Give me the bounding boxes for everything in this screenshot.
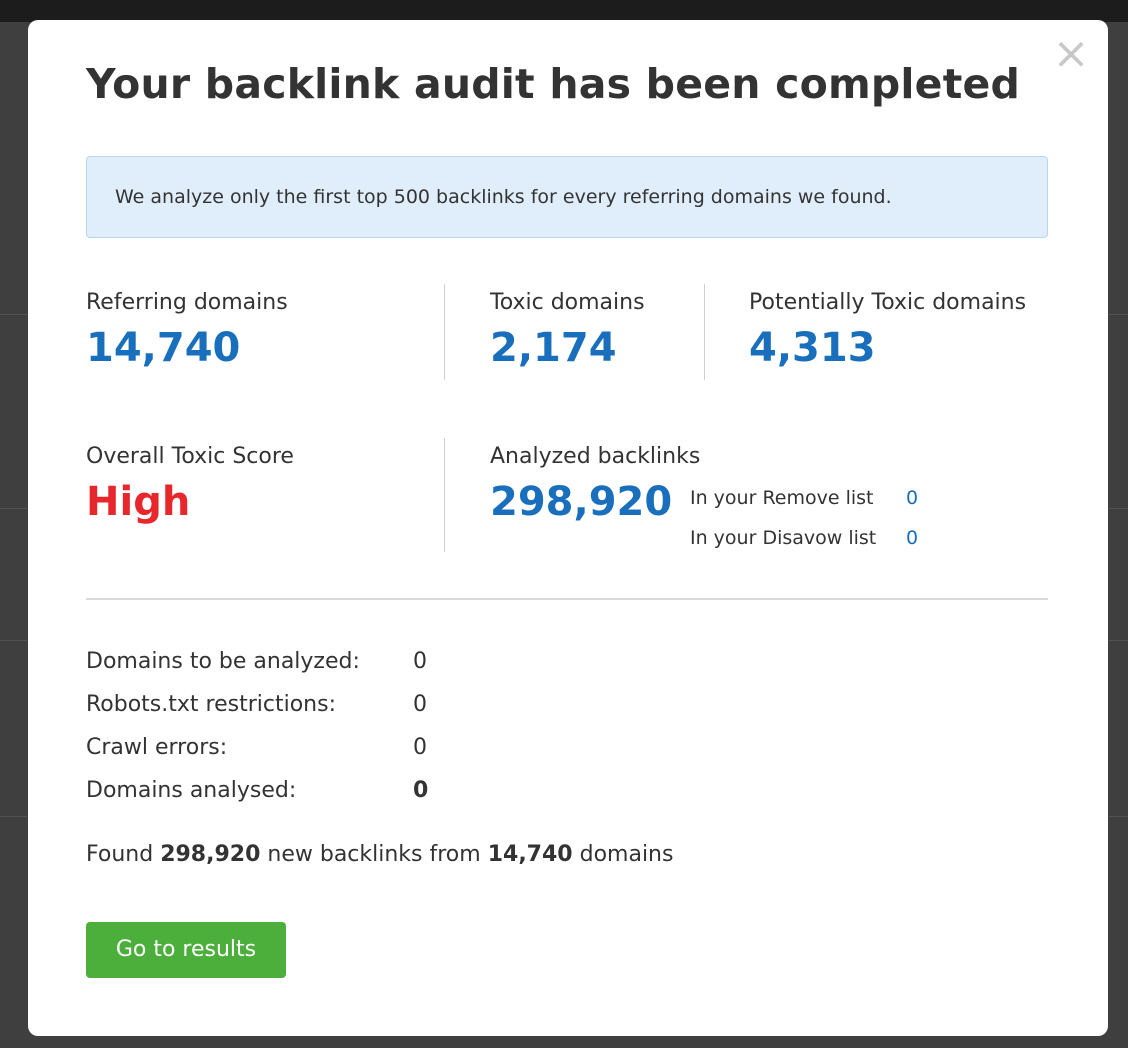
count-label: Domains to be analyzed: (86, 649, 360, 674)
stat-value: 4,313 (749, 325, 876, 371)
disavow-list-row: In your Disavow list 0 (690, 520, 918, 560)
stat-divider (704, 284, 705, 380)
section-divider (86, 598, 1048, 600)
backdrop-divider (0, 508, 28, 509)
count-label: Crawl errors: (86, 735, 228, 760)
remove-list-count-link[interactable]: 0 (906, 487, 918, 509)
backdrop-topbar (0, 0, 1128, 22)
backdrop-divider (1108, 640, 1128, 641)
crawl-counts: Domains to be analyzed: 0 Robots.txt res… (86, 644, 428, 816)
count-label: Domains analysed: (86, 778, 297, 803)
stat-overall-toxic-score: Overall Toxic Score High (86, 442, 294, 528)
found-summary: Found 298,920 new backlinks from 14,740 … (86, 842, 673, 867)
backlink-lists: In your Remove list 0 In your Disavow li… (690, 480, 918, 560)
backdrop-divider (0, 314, 28, 315)
stat-label: Referring domains (86, 290, 288, 315)
remove-list-label: In your Remove list (690, 487, 874, 509)
close-icon[interactable]: × (1052, 32, 1090, 76)
count-row: Crawl errors: 0 (86, 730, 428, 773)
count-row: Domains analysed: 0 (86, 773, 428, 816)
stat-label: Toxic domains (490, 290, 645, 315)
info-notice: We analyze only the first top 500 backli… (86, 156, 1048, 238)
dialog-title: Your backlink audit has been completed (86, 60, 1021, 108)
count-label: Robots.txt restrictions: (86, 692, 336, 717)
disavow-list-count-link[interactable]: 0 (906, 527, 918, 549)
stat-label: Potentially Toxic domains (749, 290, 1027, 315)
stat-divider (444, 438, 445, 552)
stat-potentially-toxic-domains: Potentially Toxic domains 4,313 (749, 288, 1026, 374)
found-middle: new backlinks from (267, 842, 481, 867)
backdrop-divider (1108, 508, 1128, 509)
count-value: 0 (413, 735, 427, 760)
backdrop-divider (0, 640, 28, 641)
backdrop-divider (1108, 816, 1128, 817)
count-value: 0 (413, 778, 429, 803)
stat-toxic-domains: Toxic domains 2,174 (490, 288, 645, 374)
found-prefix: Found (86, 842, 154, 867)
backdrop-divider (1108, 314, 1128, 315)
stat-label: Analyzed backlinks (490, 444, 701, 469)
go-to-results-button[interactable]: Go to results (86, 922, 286, 978)
stat-analyzed-backlinks: Analyzed backlinks 298,920 (490, 442, 700, 528)
stat-value: 14,740 (86, 325, 241, 371)
count-value: 0 (413, 649, 427, 674)
stat-referring-domains: Referring domains 14,740 (86, 288, 288, 374)
stat-label: Overall Toxic Score (86, 444, 294, 469)
count-row: Robots.txt restrictions: 0 (86, 687, 428, 730)
found-domains-count: 14,740 (487, 842, 573, 867)
stat-divider (444, 284, 445, 380)
stat-value: 298,920 (490, 479, 673, 525)
disavow-list-label: In your Disavow list (690, 527, 877, 549)
count-row: Domains to be analyzed: 0 (86, 644, 428, 687)
toxic-score-value: High (86, 479, 191, 525)
found-backlinks-count: 298,920 (160, 842, 261, 867)
remove-list-row: In your Remove list 0 (690, 480, 918, 520)
backdrop-divider (0, 816, 28, 817)
found-suffix: domains (579, 842, 674, 867)
audit-complete-dialog: × Your backlink audit has been completed… (28, 20, 1108, 1036)
stat-value: 2,174 (490, 325, 617, 371)
count-value: 0 (413, 692, 427, 717)
